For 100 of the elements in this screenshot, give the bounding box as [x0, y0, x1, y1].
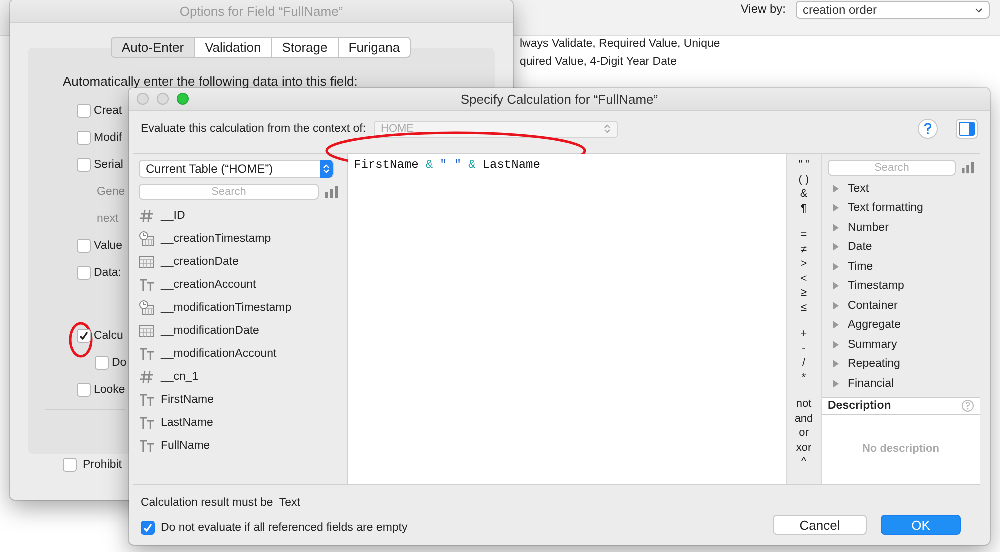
- view-by-select[interactable]: creation order: [796, 1, 990, 19]
- bars-icon[interactable]: [962, 162, 974, 174]
- option-note: Gene: [97, 186, 126, 198]
- cancel-button[interactable]: Cancel: [773, 515, 867, 535]
- bars-icon[interactable]: [325, 186, 338, 198]
- field-name[interactable]: __modificationDate: [161, 324, 260, 336]
- operator-button[interactable]: ( ): [798, 172, 810, 187]
- view-by-label: View by:: [740, 2, 786, 16]
- operator-button[interactable]: <: [800, 272, 808, 286]
- chevron-down-icon: [975, 8, 983, 12]
- validation-text: quired Value, 4-Digit Year Date: [520, 55, 678, 69]
- checkbox[interactable]: [77, 158, 91, 172]
- function-category[interactable]: Text formatting: [848, 202, 924, 214]
- description-title: Description: [828, 400, 892, 412]
- checkbox-label: Calcu: [94, 330, 124, 342]
- disclosure-triangle-icon[interactable]: [832, 340, 840, 349]
- operator-button[interactable]: +: [800, 327, 808, 342]
- function-category[interactable]: Date: [848, 241, 872, 254]
- field-name[interactable]: LastName: [161, 416, 214, 428]
- result-type: Text: [279, 497, 300, 509]
- field-name[interactable]: __ID: [161, 210, 186, 222]
- function-category[interactable]: Summary: [848, 338, 898, 351]
- checkbox[interactable]: [77, 328, 91, 342]
- function-category[interactable]: Number: [848, 222, 889, 234]
- description-text: No description: [862, 443, 940, 456]
- operator-button[interactable]: not: [796, 397, 812, 412]
- tab[interactable]: Auto-Enter: [110, 37, 196, 58]
- field-name[interactable]: __modificationTimestamp: [161, 302, 292, 314]
- disclosure-triangle-icon[interactable]: [832, 380, 840, 388]
- operator-button[interactable]: and: [794, 412, 814, 426]
- operator-button[interactable]: " ": [798, 158, 810, 172]
- window-title: Options for Field “FullName”: [180, 4, 344, 18]
- operator-button[interactable]: >: [800, 257, 808, 272]
- operator-button[interactable]: ≤: [800, 300, 808, 315]
- operator-button[interactable]: =: [800, 228, 808, 242]
- search-field[interactable]: Search: [828, 160, 956, 176]
- operator-button[interactable]: ¶: [801, 202, 807, 216]
- operator-button[interactable]: *: [802, 370, 806, 385]
- field-name[interactable]: __creationAccount: [161, 278, 256, 290]
- function-category[interactable]: Financial: [848, 378, 894, 390]
- disclosure-triangle-icon[interactable]: [832, 224, 840, 232]
- field-name[interactable]: __creationDate: [161, 256, 239, 268]
- field-name[interactable]: FullName: [161, 440, 210, 452]
- checkbox-label: Do not evaluate if all referenced fields are empty: [161, 522, 408, 534]
- function-category[interactable]: Timestamp: [848, 280, 904, 292]
- function-category[interactable]: Text: [848, 182, 870, 195]
- disclosure-triangle-icon[interactable]: [832, 321, 840, 330]
- checkbox-label: Serial: [94, 158, 124, 170]
- checkbox[interactable]: [77, 130, 91, 144]
- annotation-circle: [69, 322, 93, 358]
- operator-button[interactable]: xor: [796, 440, 812, 455]
- field-name[interactable]: __cn_1: [161, 370, 199, 382]
- tab[interactable]: Validation: [194, 37, 272, 58]
- operator-button[interactable]: or: [799, 426, 809, 440]
- function-category[interactable]: Container: [848, 300, 898, 312]
- disclosure-triangle-icon[interactable]: [832, 204, 840, 212]
- window-controls-icon[interactable]: [137, 93, 189, 105]
- validation-text: lways Validate, Required Value, Unique: [520, 37, 720, 51]
- disclosure-triangle-icon[interactable]: [832, 302, 840, 310]
- result-label: Calculation result must be: [141, 497, 274, 509]
- checkbox-label: Prohibit: [83, 459, 122, 471]
- disclosure-triangle-icon[interactable]: [832, 262, 840, 271]
- checkbox-label: Creat: [94, 104, 122, 116]
- checkbox[interactable]: [77, 104, 91, 118]
- tab[interactable]: Furigana: [338, 37, 412, 58]
- operator-button[interactable]: -: [802, 342, 806, 356]
- checkbox[interactable]: [77, 238, 91, 252]
- checkbox[interactable]: [63, 458, 77, 472]
- operator-button[interactable]: ≠: [800, 242, 808, 257]
- window-title: Specify Calculation for “FullName”: [460, 92, 658, 106]
- help-icon[interactable]: [962, 400, 974, 412]
- checkbox[interactable]: [77, 266, 91, 280]
- function-category[interactable]: Time: [848, 260, 874, 273]
- operator-button[interactable]: /: [802, 356, 806, 370]
- disclosure-triangle-icon[interactable]: [832, 360, 840, 368]
- option-note: next: [97, 212, 119, 224]
- checkbox[interactable]: [77, 382, 91, 396]
- disclosure-triangle-icon[interactable]: [832, 184, 840, 193]
- function-category[interactable]: Aggregate: [848, 319, 902, 332]
- field-name[interactable]: __modificationAccount: [161, 348, 277, 360]
- checkbox-label: Data:: [94, 266, 122, 278]
- function-category[interactable]: Repeating: [848, 358, 900, 370]
- disclosure-triangle-icon[interactable]: [832, 243, 840, 252]
- sidebar-toggle-icon[interactable]: [956, 119, 978, 139]
- disclosure-triangle-icon[interactable]: [832, 282, 840, 290]
- field-name[interactable]: FirstName: [161, 394, 214, 406]
- tab[interactable]: Storage: [271, 37, 339, 58]
- checkbox-label: Value: [94, 240, 123, 252]
- stepper-icon: [604, 124, 612, 134]
- checkbox-label: Looke: [94, 384, 126, 396]
- stepper-icon: [323, 164, 330, 174]
- checkbox[interactable]: [141, 521, 155, 535]
- search-field[interactable]: Search: [139, 184, 319, 200]
- operator-button[interactable]: &: [800, 187, 808, 202]
- operator-button[interactable]: ≥: [800, 286, 808, 300]
- operator-button[interactable]: ^: [801, 455, 807, 470]
- table-select[interactable]: Current Table (“HOME”): [139, 160, 334, 178]
- checkbox[interactable]: [95, 356, 109, 370]
- field-name[interactable]: __creationTimestamp: [161, 232, 272, 244]
- help-button[interactable]: [918, 119, 938, 139]
